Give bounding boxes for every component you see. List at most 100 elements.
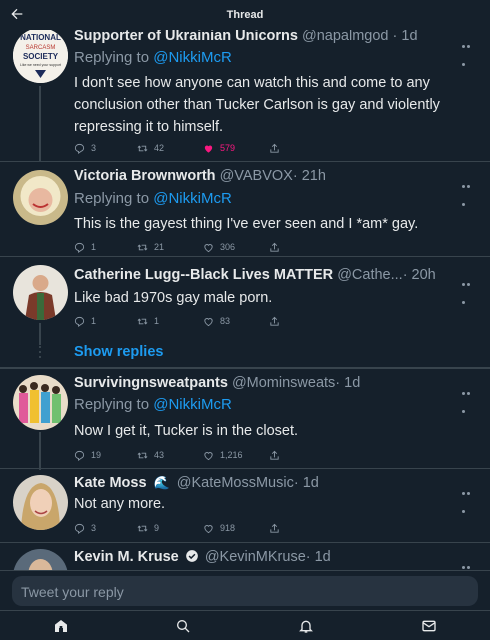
bottom-nav — [0, 610, 490, 640]
retweet-icon — [137, 452, 148, 458]
reply-button[interactable]: 3 — [74, 141, 96, 155]
timestamp[interactable]: · 1d — [335, 375, 360, 391]
timestamp[interactable]: · 1d — [306, 549, 331, 565]
tweet-text: Like bad 1970s gay male porn. — [74, 290, 273, 306]
share-button[interactable] — [269, 448, 286, 462]
avatar[interactable] — [13, 375, 68, 430]
replying-to: Replying to @NikkiMcR — [74, 49, 232, 66]
retweet-button[interactable]: 43 — [137, 448, 164, 462]
like-button[interactable]: 306 — [203, 240, 235, 254]
more-options-icon[interactable] — [462, 273, 476, 304]
more-options-icon[interactable] — [462, 482, 476, 513]
avatar[interactable] — [13, 475, 68, 530]
display-name[interactable]: Survivingnsweatpants — [74, 375, 228, 391]
mention-link[interactable]: @NikkiMcR — [153, 396, 232, 413]
like-count: 306 — [220, 242, 236, 252]
display-name[interactable]: Catherine Lugg--Black Lives MATTER — [74, 267, 333, 283]
mention-link[interactable]: @NikkiMcR — [153, 190, 232, 207]
tweet[interactable]: Victoria Brownworth @VABVOX· 21h Replyin… — [0, 162, 490, 257]
wave-emoji-icon: 🌊 — [153, 475, 170, 490]
like-button[interactable]: 579 — [203, 141, 235, 155]
display-name[interactable]: Victoria Brownworth — [74, 168, 216, 184]
like-count: 579 — [220, 143, 236, 153]
like-button[interactable]: 918 — [203, 521, 235, 535]
reply-button[interactable]: 3 — [74, 521, 96, 535]
avatar-image — [13, 170, 68, 225]
reply-input[interactable]: Tweet your reply — [12, 576, 478, 606]
more-options-icon[interactable] — [462, 35, 476, 66]
tweet[interactable]: Kate Moss 🌊 @KateMossMusic· 1d Not any m… — [0, 469, 490, 543]
more-options-icon[interactable] — [462, 175, 476, 206]
avatar[interactable] — [13, 170, 68, 225]
share-icon — [270, 523, 279, 533]
timestamp[interactable]: · 1d — [294, 475, 319, 491]
reply-count: 3 — [91, 143, 97, 153]
home-icon[interactable] — [53, 618, 69, 634]
thread-dots — [39, 346, 41, 360]
tweet-actions: 1 21 306 — [74, 240, 374, 254]
avatar-image: NATIONAL SARCASM SOCIETY Like we need yo… — [13, 28, 68, 83]
mention-link[interactable]: @NikkiMcR — [153, 49, 232, 66]
more-options-icon[interactable] — [462, 556, 476, 569]
share-button[interactable] — [269, 521, 286, 535]
user-handle[interactable]: @KevinMKruse — [205, 549, 306, 565]
messages-icon[interactable] — [421, 618, 437, 634]
reply-icon — [74, 143, 85, 154]
replying-to: Replying to @NikkiMcR — [74, 190, 232, 207]
tweet-header: Kevin M. Kruse @KevinMKruse· 1d — [74, 549, 331, 567]
avatar[interactable] — [13, 265, 68, 320]
display-name[interactable]: Kevin M. Kruse — [74, 549, 179, 565]
retweet-button[interactable]: 42 — [137, 141, 164, 155]
share-button[interactable] — [269, 240, 286, 254]
share-button[interactable] — [269, 141, 286, 155]
reply-input-placeholder: Tweet your reply — [21, 584, 124, 600]
reply-icon — [74, 316, 85, 327]
share-icon — [270, 143, 279, 153]
display-name[interactable]: Supporter of Ukrainian Unicorns — [74, 28, 298, 44]
avatar[interactable] — [13, 549, 68, 570]
share-button[interactable] — [269, 314, 286, 328]
retweet-count: 9 — [154, 523, 160, 533]
show-replies-link[interactable]: Show replies — [74, 344, 163, 360]
replying-to: Replying to @NikkiMcR — [74, 396, 232, 413]
page-title: Thread — [226, 9, 264, 21]
like-button[interactable]: 1,216 — [203, 448, 243, 462]
display-name[interactable]: Kate Moss — [74, 475, 147, 491]
retweet-button[interactable]: 9 — [137, 521, 159, 535]
reply-button[interactable]: 1 — [74, 240, 96, 254]
notifications-icon[interactable] — [298, 618, 314, 634]
user-handle[interactable]: @VABVOX — [220, 168, 293, 184]
retweet-button[interactable]: 1 — [137, 314, 159, 328]
heart-icon — [204, 451, 213, 460]
tweet-header: Survivingnsweatpants @Mominsweats· 1d — [74, 375, 360, 393]
retweet-icon — [137, 244, 148, 250]
timestamp[interactable]: · 20h — [403, 267, 436, 283]
avatar[interactable]: NATIONAL SARCASM SOCIETY Like we need yo… — [13, 28, 68, 83]
user-handle[interactable]: @Mominsweats — [232, 375, 335, 391]
more-options-icon[interactable] — [462, 382, 476, 413]
avatar-logo-line2: SARCASM — [26, 45, 56, 51]
reply-count: 3 — [91, 523, 97, 533]
retweet-count: 43 — [154, 450, 165, 460]
heart-icon — [204, 524, 213, 533]
avatar-logo-line3: SOCIETY — [23, 52, 59, 61]
timestamp[interactable]: · 1d — [393, 28, 418, 44]
reply-button[interactable]: 19 — [74, 448, 101, 462]
tweet[interactable]: NATIONAL SARCASM SOCIETY Like we need yo… — [0, 22, 490, 162]
timestamp[interactable]: · 21h — [293, 168, 326, 184]
tweet[interactable]: Kevin M. Kruse @KevinMKruse· 1d — [0, 543, 490, 570]
reply-count: 19 — [91, 450, 102, 460]
tweet-header: Supporter of Ukrainian Unicorns @napalmg… — [74, 28, 418, 46]
reply-count: 1 — [91, 242, 97, 252]
heart-icon — [204, 243, 213, 252]
like-button[interactable]: 83 — [203, 314, 230, 328]
user-handle[interactable]: @Cathe... — [337, 267, 403, 283]
tweet-text: Not any more. — [74, 496, 166, 512]
search-icon[interactable] — [175, 618, 191, 634]
tweet[interactable]: Survivingnsweatpants @Mominsweats· 1d Re… — [0, 368, 490, 470]
reply-button[interactable]: 1 — [74, 314, 96, 328]
like-count: 918 — [220, 523, 236, 533]
user-handle[interactable]: @napalmgod — [302, 28, 388, 44]
retweet-button[interactable]: 21 — [137, 240, 164, 254]
user-handle[interactable]: @KateMossMusic — [177, 475, 294, 491]
